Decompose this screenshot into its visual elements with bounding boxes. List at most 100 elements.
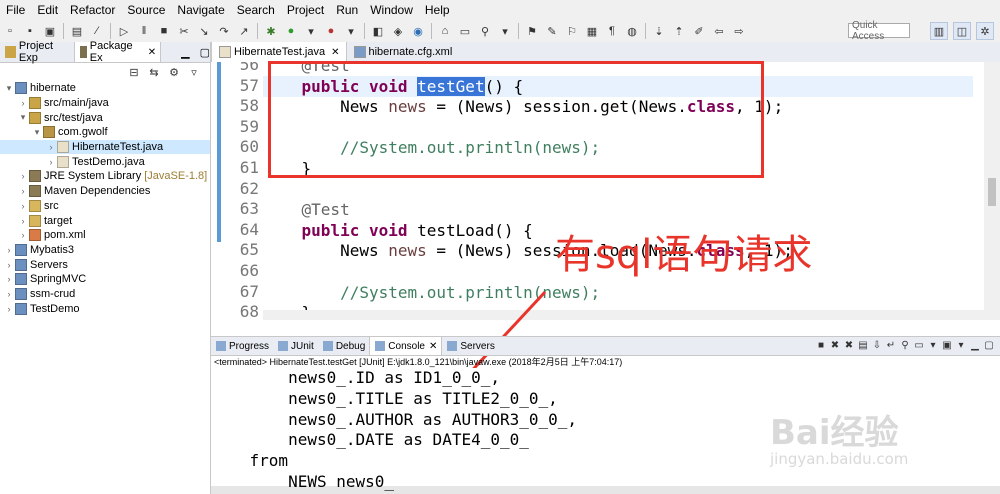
expand-toggle-icon[interactable]: ▾ (32, 127, 42, 138)
suspend-icon[interactable]: ‖ (136, 23, 152, 39)
block-selection-icon[interactable]: ▦ (584, 23, 600, 39)
open-console-icon[interactable]: ▣ (941, 338, 953, 352)
code-line[interactable]: //System.out.println(news); (263, 282, 973, 303)
tree-item[interactable]: › HibernateTest.java (0, 139, 210, 155)
chevron-down-icon[interactable]: ▾ (955, 338, 967, 352)
pin-console-icon[interactable]: ⚲ (899, 338, 911, 352)
debug-perspective-icon[interactable]: ✲ (976, 22, 994, 40)
chevron-down-icon[interactable]: ▾ (343, 23, 359, 39)
tree-item[interactable]: › target (0, 213, 210, 228)
minimize-icon[interactable]: ▁ (181, 46, 189, 59)
external-tools-icon[interactable]: ● (323, 23, 339, 39)
editor-tab[interactable]: hibernate.cfg.xml (347, 42, 459, 62)
toggle-mark-icon[interactable]: ⚐ (564, 23, 580, 39)
tree-item[interactable]: › src/main/java (0, 96, 210, 111)
link-with-editor-icon[interactable]: ⇆ (146, 64, 162, 80)
whitespace-icon[interactable]: ¶ (604, 23, 620, 39)
terminate-icon[interactable]: ■ (156, 23, 172, 39)
open-task-icon[interactable]: ▭ (457, 23, 473, 39)
tree-item[interactable]: › Servers (0, 257, 210, 272)
expand-toggle-icon[interactable]: › (46, 142, 56, 152)
tree-item[interactable]: › TestDemo (0, 301, 210, 316)
close-icon[interactable]: ✕ (148, 47, 156, 58)
expand-toggle-icon[interactable]: › (46, 157, 56, 167)
tree-item[interactable]: ▾ src/test/java (0, 110, 210, 125)
chevron-down-icon[interactable]: ▾ (497, 23, 513, 39)
new-class-icon[interactable]: ◉ (410, 23, 426, 39)
menu-refactor[interactable]: Refactor (64, 3, 121, 17)
tab-progress[interactable]: Progress (211, 337, 273, 355)
collapse-all-icon[interactable]: ⊟ (126, 64, 142, 80)
remove-launch-icon[interactable]: ✖ (829, 338, 841, 352)
menu-file[interactable]: File (0, 3, 31, 17)
open-type-icon[interactable]: ⌂ (437, 23, 453, 39)
tree-item[interactable]: › Mybatis3 (0, 243, 210, 258)
expand-toggle-icon[interactable]: › (4, 304, 14, 314)
tree-item[interactable]: ▾ hibernate (0, 81, 210, 96)
menu-project[interactable]: Project (281, 3, 330, 17)
expand-toggle-icon[interactable]: › (18, 186, 28, 196)
expand-toggle-icon[interactable]: › (4, 289, 14, 299)
expand-toggle-icon[interactable]: ▾ (18, 112, 28, 123)
menu-navigate[interactable]: Navigate (171, 3, 230, 17)
quick-access-input[interactable]: Quick Access (848, 20, 910, 42)
terminal-icon[interactable]: ▤ (69, 23, 85, 39)
close-icon[interactable]: ✕ (429, 341, 437, 352)
disconnect-icon[interactable]: ✂ (176, 23, 192, 39)
code-line[interactable]: @Test (263, 199, 973, 220)
expand-toggle-icon[interactable]: › (18, 171, 28, 181)
forward-icon[interactable]: ⇨ (731, 23, 747, 39)
menu-search[interactable]: Search (231, 3, 281, 17)
tab-servers[interactable]: Servers (442, 337, 498, 355)
annotation-icon[interactable]: ✎ (544, 23, 560, 39)
step-over-icon[interactable]: ↷ (216, 23, 232, 39)
editor-tab[interactable]: HibernateTest.java ✕ (211, 42, 347, 62)
tab-project-explorer[interactable]: Project Exp (0, 40, 74, 64)
debug-icon[interactable]: ✱ (263, 23, 279, 39)
expand-toggle-icon[interactable]: › (4, 245, 14, 255)
new-java-project-icon[interactable]: ◧ (370, 23, 386, 39)
tab-package-explorer[interactable]: Package Ex ✕ (73, 40, 162, 64)
expand-toggle-icon[interactable]: › (18, 98, 28, 108)
menu-run[interactable]: Run (330, 3, 364, 17)
back-icon[interactable]: ⇦ (711, 23, 727, 39)
focus-icon[interactable]: ⚙ (166, 64, 182, 80)
expand-toggle-icon[interactable]: ▾ (4, 83, 14, 94)
resume-icon[interactable]: ▷ (116, 23, 132, 39)
chevron-down-icon[interactable]: ▾ (303, 23, 319, 39)
tree-item[interactable]: › JRE System Library [JavaSE-1.8] (0, 169, 210, 184)
tab-debug[interactable]: Debug (318, 337, 369, 355)
minimize-icon[interactable]: ▁ (969, 338, 981, 352)
tree-item[interactable]: › ssm-crud (0, 287, 210, 302)
java-ee-perspective-icon[interactable]: ◫ (953, 22, 971, 40)
tree-item[interactable]: ▾ com.gwolf (0, 125, 210, 140)
tab-junit[interactable]: JUnit (273, 337, 318, 355)
editor-vertical-scrollbar[interactable] (984, 62, 1000, 320)
tab-console[interactable]: Console ✕ (369, 337, 443, 355)
new-package-icon[interactable]: ◈ (390, 23, 406, 39)
expand-toggle-icon[interactable]: › (18, 230, 28, 240)
code-line[interactable] (263, 179, 973, 200)
clear-console-icon[interactable]: ▤ (857, 338, 869, 352)
step-into-icon[interactable]: ↘ (196, 23, 212, 39)
expand-toggle-icon[interactable]: › (4, 274, 14, 284)
save-icon[interactable]: ▪ (22, 23, 38, 39)
expand-toggle-icon[interactable]: › (18, 216, 28, 226)
chevron-down-icon[interactable]: ▾ (927, 338, 939, 352)
search-icon[interactable]: ⚲ (477, 23, 493, 39)
scroll-lock-icon[interactable]: ⇩ (871, 338, 883, 352)
remove-all-icon[interactable]: ✖ (843, 338, 855, 352)
expand-toggle-icon[interactable]: › (4, 260, 14, 270)
tree-item[interactable]: › SpringMVC (0, 272, 210, 287)
terminate-icon[interactable]: ■ (815, 338, 827, 352)
close-icon[interactable]: ✕ (331, 47, 339, 58)
scroll-thumb[interactable] (988, 178, 996, 206)
tree-item[interactable]: › pom.xml (0, 228, 210, 243)
web-browser-icon[interactable]: ◍ (624, 23, 640, 39)
run-icon[interactable]: ● (283, 23, 299, 39)
tree-item[interactable]: › src (0, 199, 210, 214)
menu-edit[interactable]: Edit (31, 3, 64, 17)
tree-item[interactable]: › TestDemo.java (0, 154, 210, 169)
menu-window[interactable]: Window (364, 3, 419, 17)
next-annotation-icon[interactable]: ⇣ (651, 23, 667, 39)
